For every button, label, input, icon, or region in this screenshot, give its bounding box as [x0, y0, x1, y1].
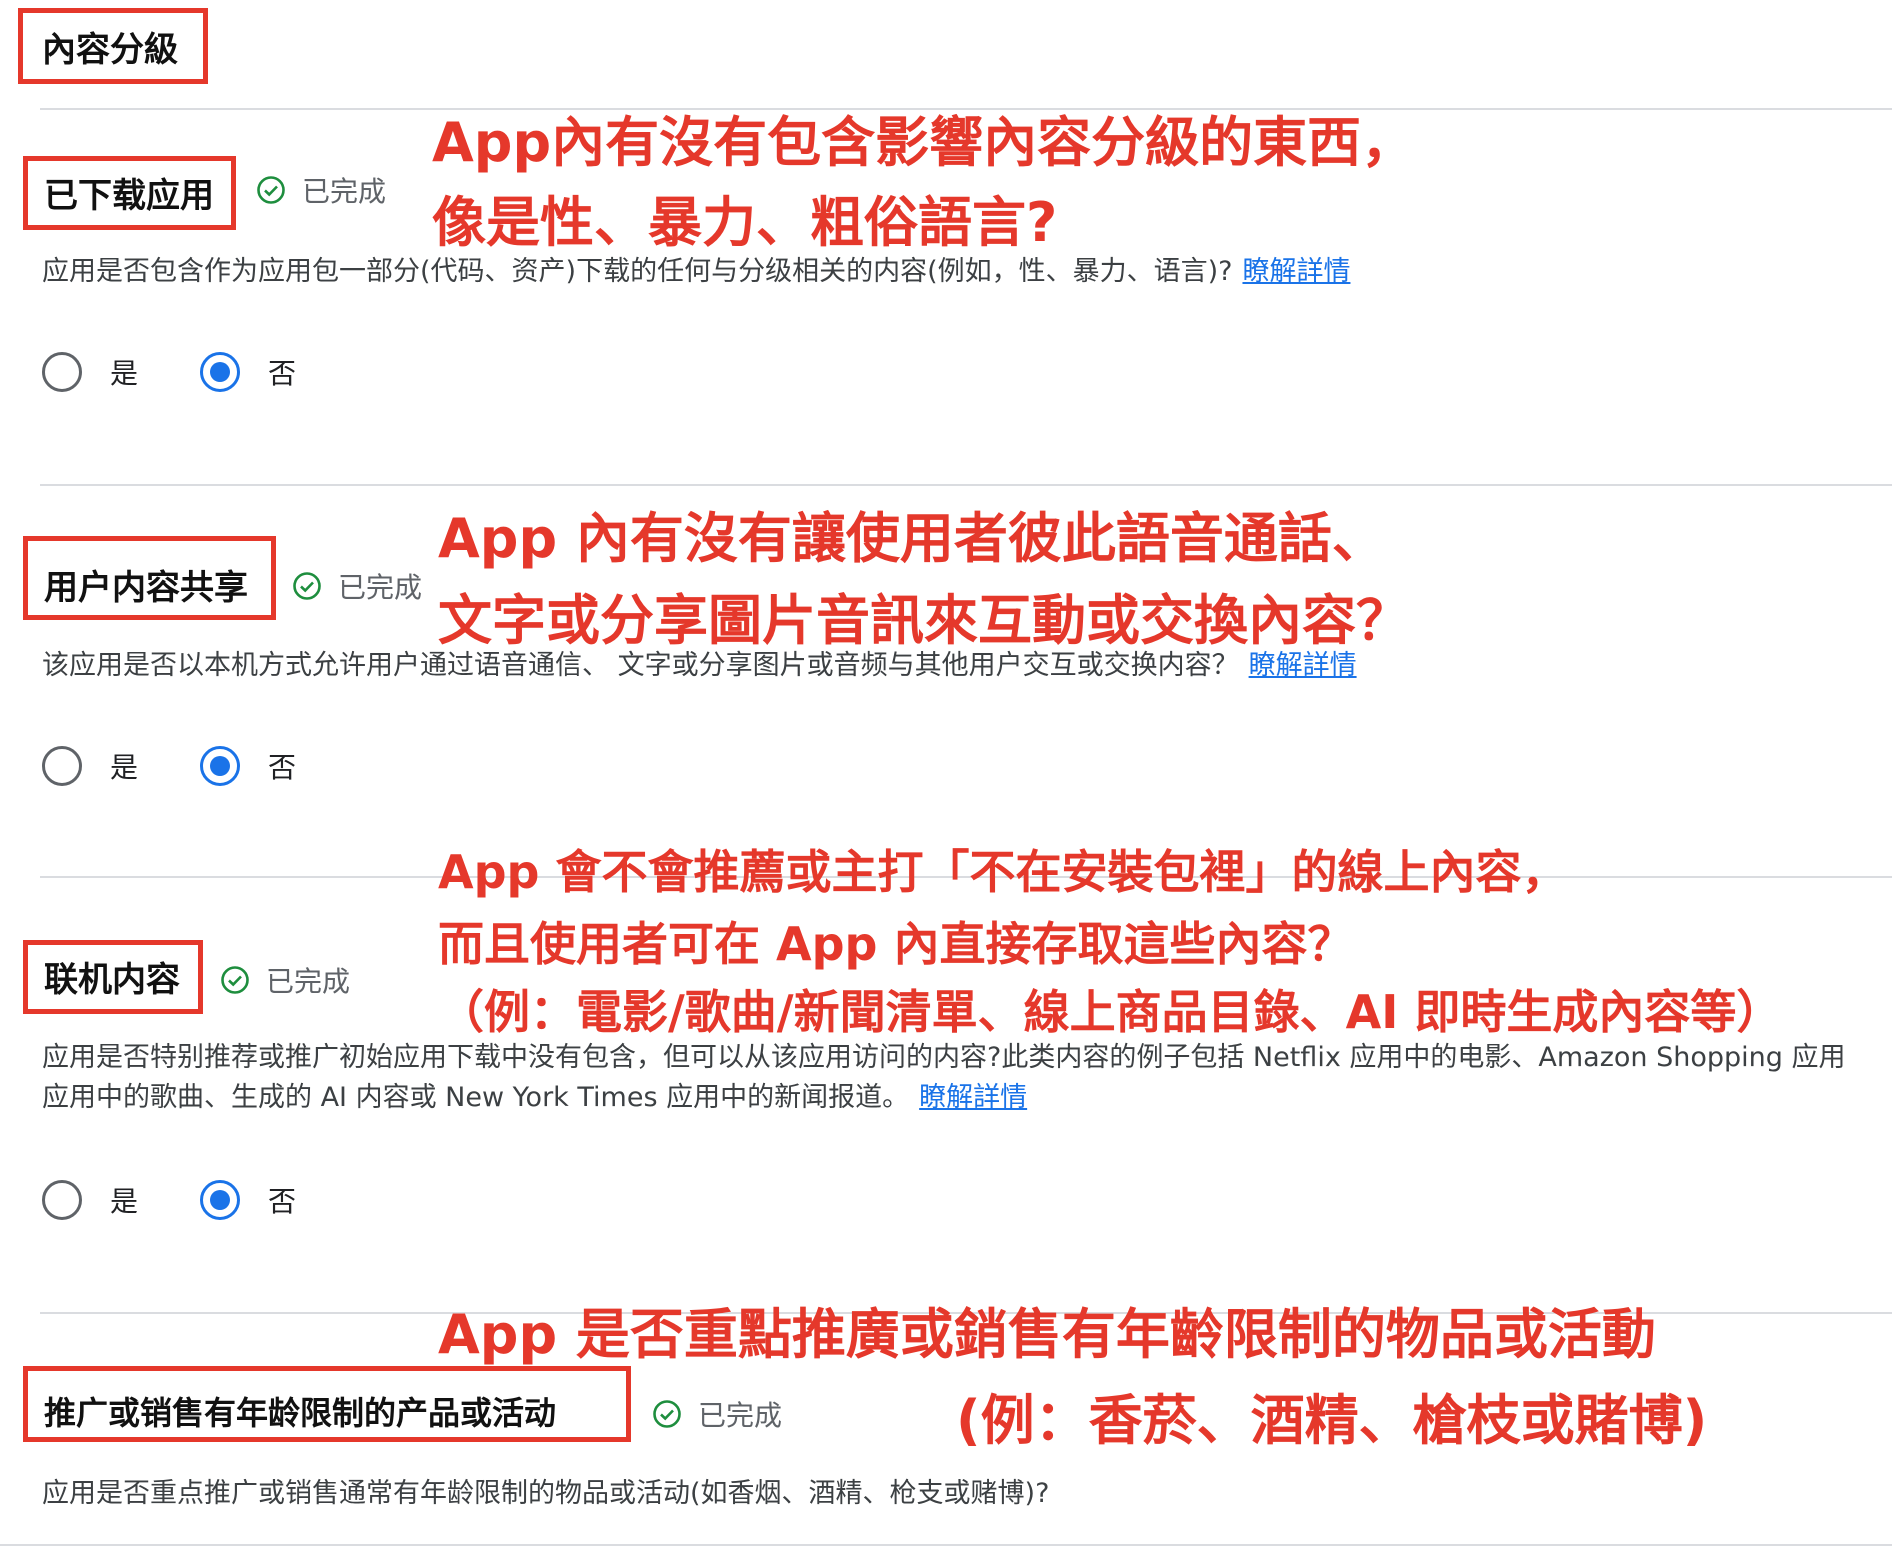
radio-group: 是 否 — [42, 1180, 358, 1220]
section-heading-downloaded-app: 已下载应用 — [44, 176, 214, 216]
section-description: 应用是否包含作为应用包一部分(代码、资产)下载的任何与分级相关的内容(例如，性、… — [42, 256, 1351, 287]
status-completed: 已完成 — [220, 960, 350, 1000]
learn-more-link[interactable]: 瞭解詳情 — [1249, 650, 1357, 681]
radio-no[interactable] — [200, 352, 241, 392]
radio-yes[interactable] — [42, 746, 82, 786]
radio-label-no: 否 — [268, 357, 297, 390]
radio-label-yes: 是 — [110, 1185, 139, 1218]
status-completed: 已完成 — [292, 566, 422, 606]
section-description: 该应用是否以本机方式允许用户通过语音通信、 文字或分享图片或音频与其他用户交互或… — [42, 650, 1357, 681]
section-heading-online-content: 联机内容 — [44, 960, 180, 1000]
divider — [0, 1544, 1892, 1546]
annotation-line: 文字或分享圖片音訊來互動或交換內容？ — [438, 589, 1410, 652]
radio-label-no: 否 — [268, 751, 297, 784]
section-heading-age-restricted: 推广或销售有年龄限制的产品或活动 — [44, 1394, 557, 1432]
annotation-line: App 會不會推薦或主打「不在安裝包裡」的線上內容， — [438, 845, 1568, 899]
check-circle-icon — [257, 176, 285, 204]
radio-yes[interactable] — [42, 352, 82, 392]
status-completed: 已完成 — [256, 170, 386, 210]
annotation-line: 而且使用者可在 App 內直接存取這些內容？ — [438, 917, 1354, 971]
learn-more-link[interactable]: 瞭解詳情 — [919, 1082, 1027, 1113]
annotation-line: App 內有沒有讓使用者彼此語音通話、 — [438, 507, 1386, 570]
section-description: 应用是否特别推荐或推广初始应用下载中没有包含，但可以从该应用访问的内容?此类内容… — [42, 1042, 1846, 1073]
annotation-line: （例：電影/歌曲/新聞清單、線上商品目錄、AI 即時生成內容等） — [438, 985, 1783, 1039]
section-description: 应用是否重点推广或销售通常有年龄限制的物品或活动(如香烟、酒精、枪支或赌博)? — [42, 1478, 1050, 1509]
annotation-line: App 是否重點推廣或銷售有年齡限制的物品或活動 — [438, 1303, 1656, 1366]
annotation-line: App內有沒有包含影響內容分級的東西， — [432, 111, 1416, 174]
annotation-line: 像是性、暴力、粗俗語言? — [432, 191, 1058, 254]
check-circle-icon — [293, 572, 321, 600]
learn-more-link[interactable]: 瞭解詳情 — [1242, 256, 1350, 287]
divider — [40, 484, 1892, 486]
radio-group: 是 否 — [42, 352, 358, 392]
status-completed: 已完成 — [652, 1394, 782, 1434]
radio-group: 是 否 — [42, 746, 358, 786]
radio-yes[interactable] — [42, 1180, 82, 1220]
radio-no[interactable] — [200, 746, 241, 786]
radio-label-no: 否 — [268, 1185, 297, 1218]
page-title: 內容分級 — [42, 30, 178, 70]
section-description: 应用中的歌曲、生成的 AI 内容或 New York Times 应用中的新闻报… — [42, 1082, 1028, 1113]
radio-label-yes: 是 — [110, 751, 139, 784]
radio-no[interactable] — [200, 1180, 241, 1220]
radio-label-yes: 是 — [110, 357, 139, 390]
annotation-line: (例：香菸、酒精、槍枝或賭博) — [956, 1389, 1708, 1452]
section-heading-user-content-sharing: 用户内容共享 — [44, 568, 248, 608]
check-circle-icon — [221, 966, 249, 994]
check-circle-icon — [653, 1400, 681, 1428]
